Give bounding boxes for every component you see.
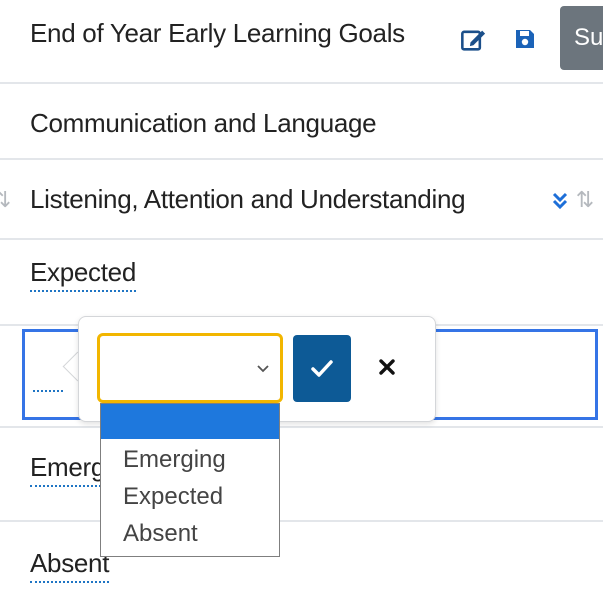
goal-heading: Listening, Attention and Understanding [30,184,466,214]
submit-button[interactable]: Su [560,6,603,70]
divider [0,82,603,84]
cancel-button[interactable] [372,352,402,382]
area-heading: Communication and Language [30,108,377,138]
double-chevron-down-icon[interactable] [550,190,570,212]
divider [0,426,603,428]
goal-value-link[interactable]: Emerg [30,452,105,487]
divider [0,158,603,160]
page-title: End of Year Early Learning Goals [30,18,405,48]
divider [0,238,603,240]
sort-icon[interactable]: ⇅ [0,185,12,215]
confirm-button[interactable] [293,335,351,402]
dropdown-option[interactable]: Emerging [123,446,226,474]
sort-icon[interactable]: ⇅ [574,185,596,215]
check-icon [293,335,351,402]
value-select[interactable] [97,333,283,403]
dropdown-option[interactable]: Absent [123,520,198,548]
dropdown-list: Emerging Expected Absent [100,403,280,557]
chevron-down-icon [254,360,272,378]
edit-icon[interactable] [458,24,490,56]
empty-value-link[interactable] [33,390,63,392]
dropdown-option-blank[interactable] [101,404,279,439]
save-icon[interactable] [510,24,540,54]
close-icon [379,359,395,375]
goal-value-link[interactable]: Absent [30,548,109,583]
dropdown-option[interactable]: Expected [123,483,223,511]
goal-value-link[interactable]: Expected [30,257,136,292]
divider [0,520,603,522]
